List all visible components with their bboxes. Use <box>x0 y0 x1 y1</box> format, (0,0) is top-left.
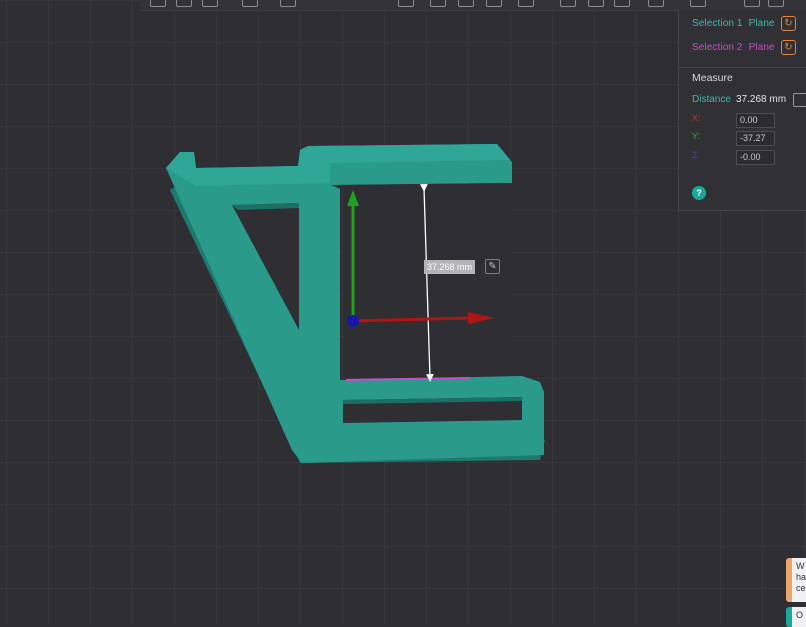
toolbar-icon[interactable] <box>518 0 534 7</box>
toolbar-icon[interactable] <box>588 0 604 7</box>
notification-warning[interactable]: W ha ce <box>786 558 806 602</box>
dimension-label: 37.268 mm <box>424 260 476 274</box>
selection-2-row[interactable]: Selection 2 Plane <box>692 42 775 53</box>
toolbar-icon[interactable] <box>202 0 218 7</box>
distance-label: Distance <box>692 94 731 105</box>
toolbar-icon[interactable] <box>150 0 166 7</box>
help-icon[interactable]: ? <box>692 186 706 200</box>
edit-dimension-button[interactable]: ✎ <box>485 259 500 274</box>
notification-info[interactable]: O <box>786 607 806 627</box>
measure-panel: Selection 1 Plane ↻ Selection 2 Plane ↻ Me… <box>678 10 806 211</box>
copy-distance-button[interactable] <box>793 93 806 107</box>
x-value-field[interactable]: 0.00 <box>736 113 775 128</box>
selection-1-label: Selection 1 <box>692 18 743 29</box>
z-value-field[interactable]: -0.00 <box>736 150 775 165</box>
toolbar-icon[interactable] <box>176 0 192 7</box>
reset-icon: ↻ <box>784 42 793 53</box>
toolbar-icon[interactable] <box>690 0 706 7</box>
edit-icon: ✎ <box>488 261 497 272</box>
panel-divider <box>679 67 806 68</box>
toolbar-icon[interactable] <box>242 0 258 7</box>
measure-title: Measure <box>692 72 733 84</box>
toolbar-icon[interactable] <box>458 0 474 7</box>
toolbar-icon[interactable] <box>560 0 576 7</box>
z-label: Z: <box>692 150 700 160</box>
toolbar-icon[interactable] <box>768 0 784 7</box>
toolbar-icon[interactable] <box>648 0 664 7</box>
x-label: X: <box>692 113 701 123</box>
toolbar-icon[interactable] <box>430 0 446 7</box>
distance-value: 37.268 mm <box>736 94 787 105</box>
selection-1-row[interactable]: Selection 1 Plane <box>692 18 775 29</box>
y-label: Y: <box>692 131 701 141</box>
toolbar-icon[interactable] <box>280 0 296 7</box>
toolbar-icon[interactable] <box>486 0 502 7</box>
reset-icon: ↻ <box>784 18 793 29</box>
selection-2-type: Plane <box>748 42 775 53</box>
y-value-field[interactable]: -37.27 <box>736 131 775 146</box>
toolbar-icon[interactable] <box>744 0 760 7</box>
toolbar-icon[interactable] <box>614 0 630 7</box>
inner-opening <box>331 183 512 378</box>
toolbar-icon[interactable] <box>398 0 414 7</box>
selection-2-reset-button[interactable]: ↻ <box>781 40 796 55</box>
gizmo-origin[interactable] <box>347 315 359 327</box>
selection-2-label: Selection 2 <box>692 42 743 53</box>
selection-1-reset-button[interactable]: ↻ <box>781 16 796 31</box>
selection-1-type: Plane <box>748 18 775 29</box>
